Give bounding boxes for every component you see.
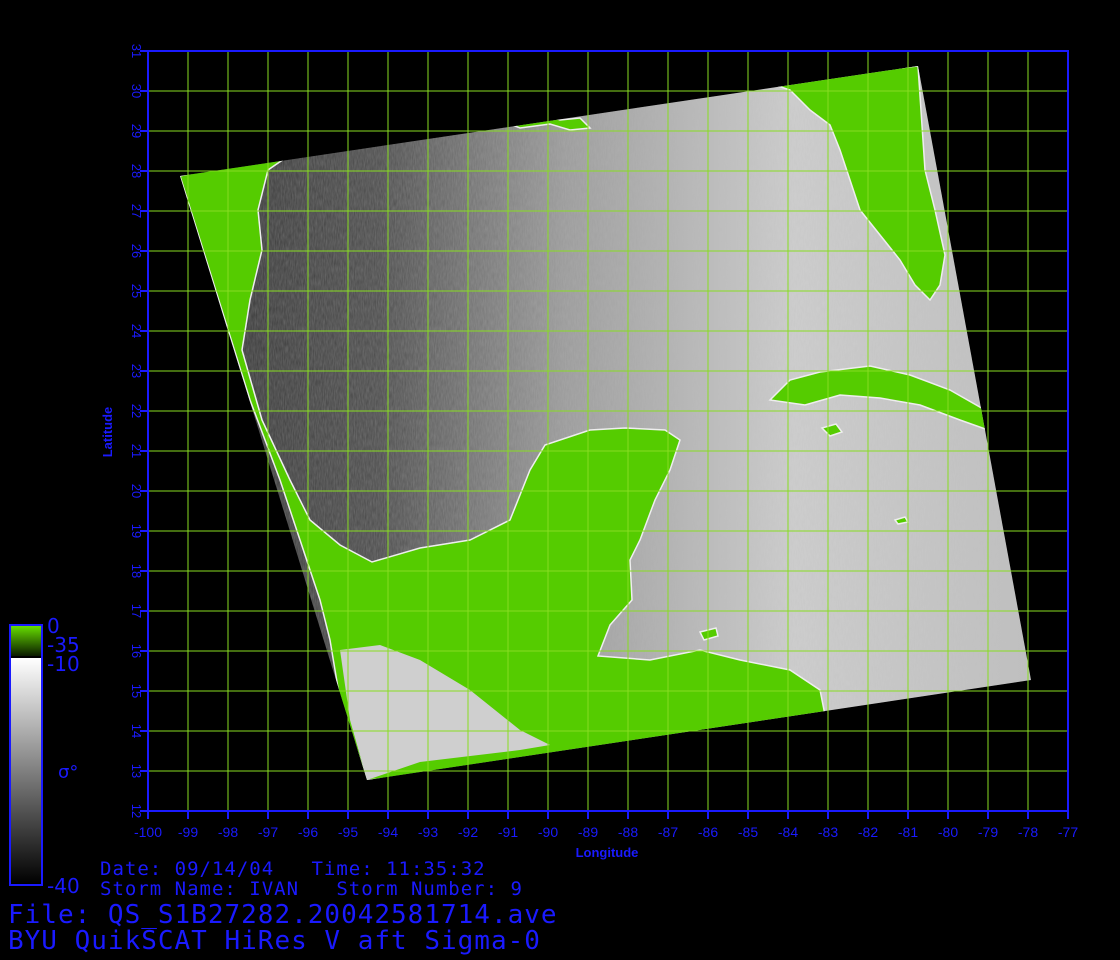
longitude-tick-label: -97 bbox=[258, 824, 278, 840]
latitude-tick-label: 13 bbox=[129, 764, 144, 778]
longitude-tick-label: -88 bbox=[618, 824, 638, 840]
latitude-tick-label: 23 bbox=[129, 364, 144, 378]
latitude-tick-label: 22 bbox=[129, 404, 144, 418]
longitude-tick-label: -91 bbox=[498, 824, 518, 840]
longitude-tick-label: -96 bbox=[298, 824, 318, 840]
latitude-tick-label: 12 bbox=[129, 804, 144, 818]
latitude-tick-label: 30 bbox=[129, 84, 144, 98]
colorbar-gray-top-label: -10 bbox=[47, 652, 80, 676]
latitude-tick-labels: 12 13 14 15 16 17 18 19 20 21 22 23 24 25 26 27 28 29 30 31 bbox=[129, 44, 144, 818]
storm-label: Storm Name: IVAN Storm Number: 9 bbox=[100, 878, 523, 900]
longitude-tick-label: -93 bbox=[418, 824, 438, 840]
longitude-tick-label: -86 bbox=[698, 824, 718, 840]
colorbar-gray-bottom-label: -40 bbox=[47, 874, 80, 898]
latitude-tick-label: 15 bbox=[129, 684, 144, 698]
latitude-tick-label: 31 bbox=[129, 44, 144, 58]
longitude-tick-label: -79 bbox=[978, 824, 998, 840]
longitude-tick-label: -81 bbox=[898, 824, 918, 840]
sigma0-symbol: σ° bbox=[58, 762, 79, 783]
y-axis-label: Latitude bbox=[100, 407, 115, 458]
latitude-tick-label: 20 bbox=[129, 484, 144, 498]
longitude-tick-label: -89 bbox=[578, 824, 598, 840]
latitude-tick-label: 17 bbox=[129, 604, 144, 618]
longitude-tick-label: -100 bbox=[134, 824, 162, 840]
longitude-tick-label: -83 bbox=[818, 824, 838, 840]
map-title: BYU QuikSCAT HiRes V aft Sigma-0 bbox=[8, 926, 541, 956]
x-axis-label: Longitude bbox=[576, 845, 639, 860]
latitude-tick-label: 24 bbox=[129, 324, 144, 338]
longitude-tick-label: -99 bbox=[178, 824, 198, 840]
longitude-tick-label: -90 bbox=[538, 824, 558, 840]
longitude-tick-label: -87 bbox=[658, 824, 678, 840]
longitude-tick-label: -82 bbox=[858, 824, 878, 840]
latitude-tick-label: 16 bbox=[129, 644, 144, 658]
latitude-tick-label: 21 bbox=[129, 444, 144, 458]
latitude-tick-label: 29 bbox=[129, 124, 144, 138]
swath bbox=[180, 66, 1031, 780]
longitude-tick-label: -95 bbox=[338, 824, 358, 840]
longitude-tick-label: -98 bbox=[218, 824, 238, 840]
latitude-tick-label: 19 bbox=[129, 524, 144, 538]
colorbar-sigma0-scale bbox=[11, 658, 41, 884]
latitude-tick-label: 18 bbox=[129, 564, 144, 578]
latitude-tick-label: 14 bbox=[129, 724, 144, 738]
longitude-tick-label: -92 bbox=[458, 824, 478, 840]
longitude-tick-label: -77 bbox=[1058, 824, 1078, 840]
longitude-tick-label: -85 bbox=[738, 824, 758, 840]
longitude-tick-label: -78 bbox=[1018, 824, 1038, 840]
longitude-tick-label: -80 bbox=[938, 824, 958, 840]
latitude-tick-label: 28 bbox=[129, 164, 144, 178]
longitude-tick-label: -94 bbox=[378, 824, 398, 840]
latitude-tick-label: 27 bbox=[129, 204, 144, 218]
latitude-tick-label: 26 bbox=[129, 244, 144, 258]
longitude-tick-label: -84 bbox=[778, 824, 798, 840]
colorbar bbox=[9, 624, 43, 886]
date-time-label: Date: 09/14/04 Time: 11:35:32 bbox=[100, 858, 486, 880]
longitude-tick-labels: -100 -99 -98 -97 -96 -95 -94 -93 -92 -91 -90 -89 -88… bbox=[134, 824, 1078, 840]
colorbar-land-scale bbox=[11, 626, 41, 656]
latitude-tick-label: 25 bbox=[129, 284, 144, 298]
scatterometer-map: -100 -99 -98 -97 -96 -95 -94 -93 -92 -91 -90 -89 -88… bbox=[9, 44, 1078, 886]
